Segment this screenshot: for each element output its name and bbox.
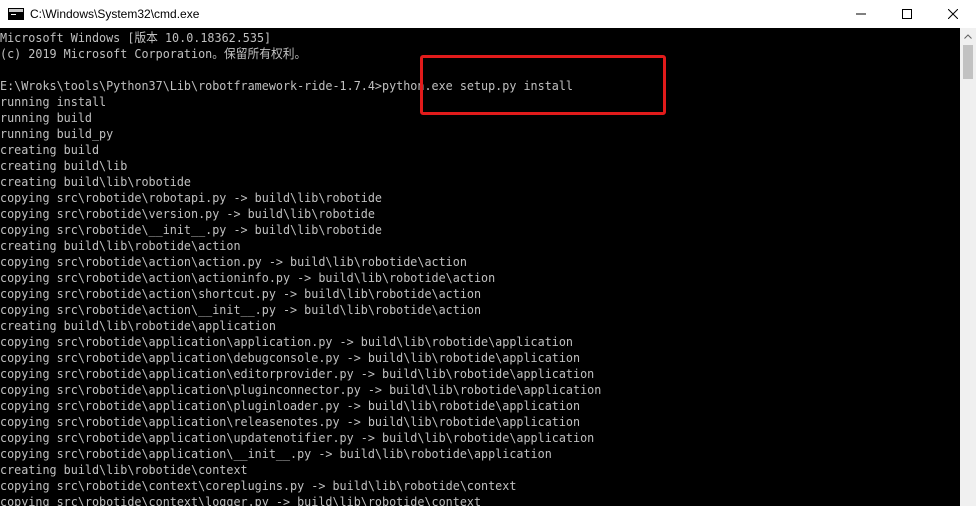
console-line: copying src\robotide\application\__init_… xyxy=(0,446,552,461)
console-line: copying src\robotide\robotapi.py -> buil… xyxy=(0,190,383,205)
console-line: copying src\robotide\application\updaten… xyxy=(0,430,595,445)
close-button[interactable] xyxy=(930,0,976,28)
console-line: E:\Wroks\tools\Python37\Lib\robotframewo… xyxy=(0,78,574,93)
close-icon xyxy=(948,9,958,19)
chevron-up-icon xyxy=(964,34,972,39)
console-output[interactable]: Microsoft Windows [版本 10.0.18362.535] (c)… xyxy=(0,30,960,506)
console-line: creating build\lib\robotide\action xyxy=(0,238,241,253)
minimize-button[interactable] xyxy=(838,0,884,28)
console-line: running install xyxy=(0,94,107,109)
window-controls xyxy=(838,0,976,28)
console-line: copying src\robotide\action\shortcut.py … xyxy=(0,286,482,301)
cmd-icon xyxy=(8,8,24,20)
console-line: copying src\robotide\application\pluginc… xyxy=(0,382,602,397)
console-line: copying src\robotide\application\applica… xyxy=(0,334,574,349)
vertical-scrollbar[interactable] xyxy=(960,28,976,506)
console-line: copying src\robotide\version.py -> build… xyxy=(0,206,375,221)
scroll-thumb[interactable] xyxy=(963,45,973,79)
console-line: copying src\robotide\context\logger.py -… xyxy=(0,494,482,506)
console-line: copying src\robotide\application\pluginl… xyxy=(0,398,581,413)
console-line: copying src\robotide\__init__.py -> buil… xyxy=(0,222,383,237)
console-line: copying src\robotide\application\debugco… xyxy=(0,350,581,365)
console-line: creating build\lib\robotide\application xyxy=(0,318,276,333)
console-line: creating build xyxy=(0,142,100,157)
cmd-window: C:\Windows\System32\cmd.exe Microsoft Wi… xyxy=(0,0,976,506)
console-line: copying src\robotide\application\editorp… xyxy=(0,366,595,381)
minimize-icon xyxy=(856,13,866,15)
console-line: creating build\lib\robotide xyxy=(0,174,192,189)
console-line: creating build\lib\robotide\context xyxy=(0,462,248,477)
title-bar[interactable]: C:\Windows\System32\cmd.exe xyxy=(0,0,976,28)
console-line: copying src\robotide\context\coreplugins… xyxy=(0,478,517,493)
window-title: C:\Windows\System32\cmd.exe xyxy=(30,7,200,21)
console-line: running build xyxy=(0,110,92,125)
console-line: copying src\robotide\application\release… xyxy=(0,414,581,429)
console-line: copying src\robotide\action\action.py ->… xyxy=(0,254,467,269)
console-line: Microsoft Windows [版本 10.0.18362.535] xyxy=(0,30,272,45)
console-line: running build_py xyxy=(0,126,114,141)
console-line: copying src\robotide\action\__init__.py … xyxy=(0,302,482,317)
console-line: creating build\lib xyxy=(0,158,128,173)
maximize-icon xyxy=(902,9,912,19)
console-line: copying src\robotide\action\actioninfo.p… xyxy=(0,270,496,285)
console-line: (c) 2019 Microsoft Corporation。保留所有权利。 xyxy=(0,46,307,61)
scroll-up-button[interactable] xyxy=(960,28,976,45)
maximize-button[interactable] xyxy=(884,0,930,28)
